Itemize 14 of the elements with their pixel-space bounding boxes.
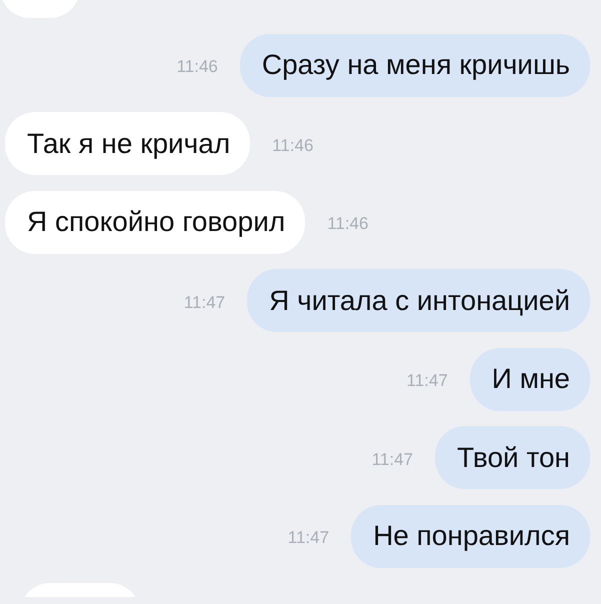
timestamp: 11:47 — [372, 450, 414, 470]
timestamp: 11:47 — [406, 371, 448, 391]
message-bubble: Я спокойно говорил — [5, 190, 306, 254]
timestamp: 11:47 — [288, 528, 330, 548]
timestamp: 11:47 — [184, 292, 226, 312]
timestamp: 11:46 — [272, 136, 314, 156]
message-bubble: Сразу на меня кричишь — [240, 34, 590, 96]
timestamp: 11:46 — [327, 214, 368, 234]
message-bubble: И мне — [470, 348, 590, 410]
message-bubble: Так я не кричал — [5, 112, 250, 175]
message-bubble: Не понравился — [351, 504, 590, 568]
message-bubble: Твой тон — [435, 426, 590, 489]
timestamp: 11:46 — [176, 57, 218, 77]
message-bubble: Я читала с интонацией — [247, 269, 590, 332]
